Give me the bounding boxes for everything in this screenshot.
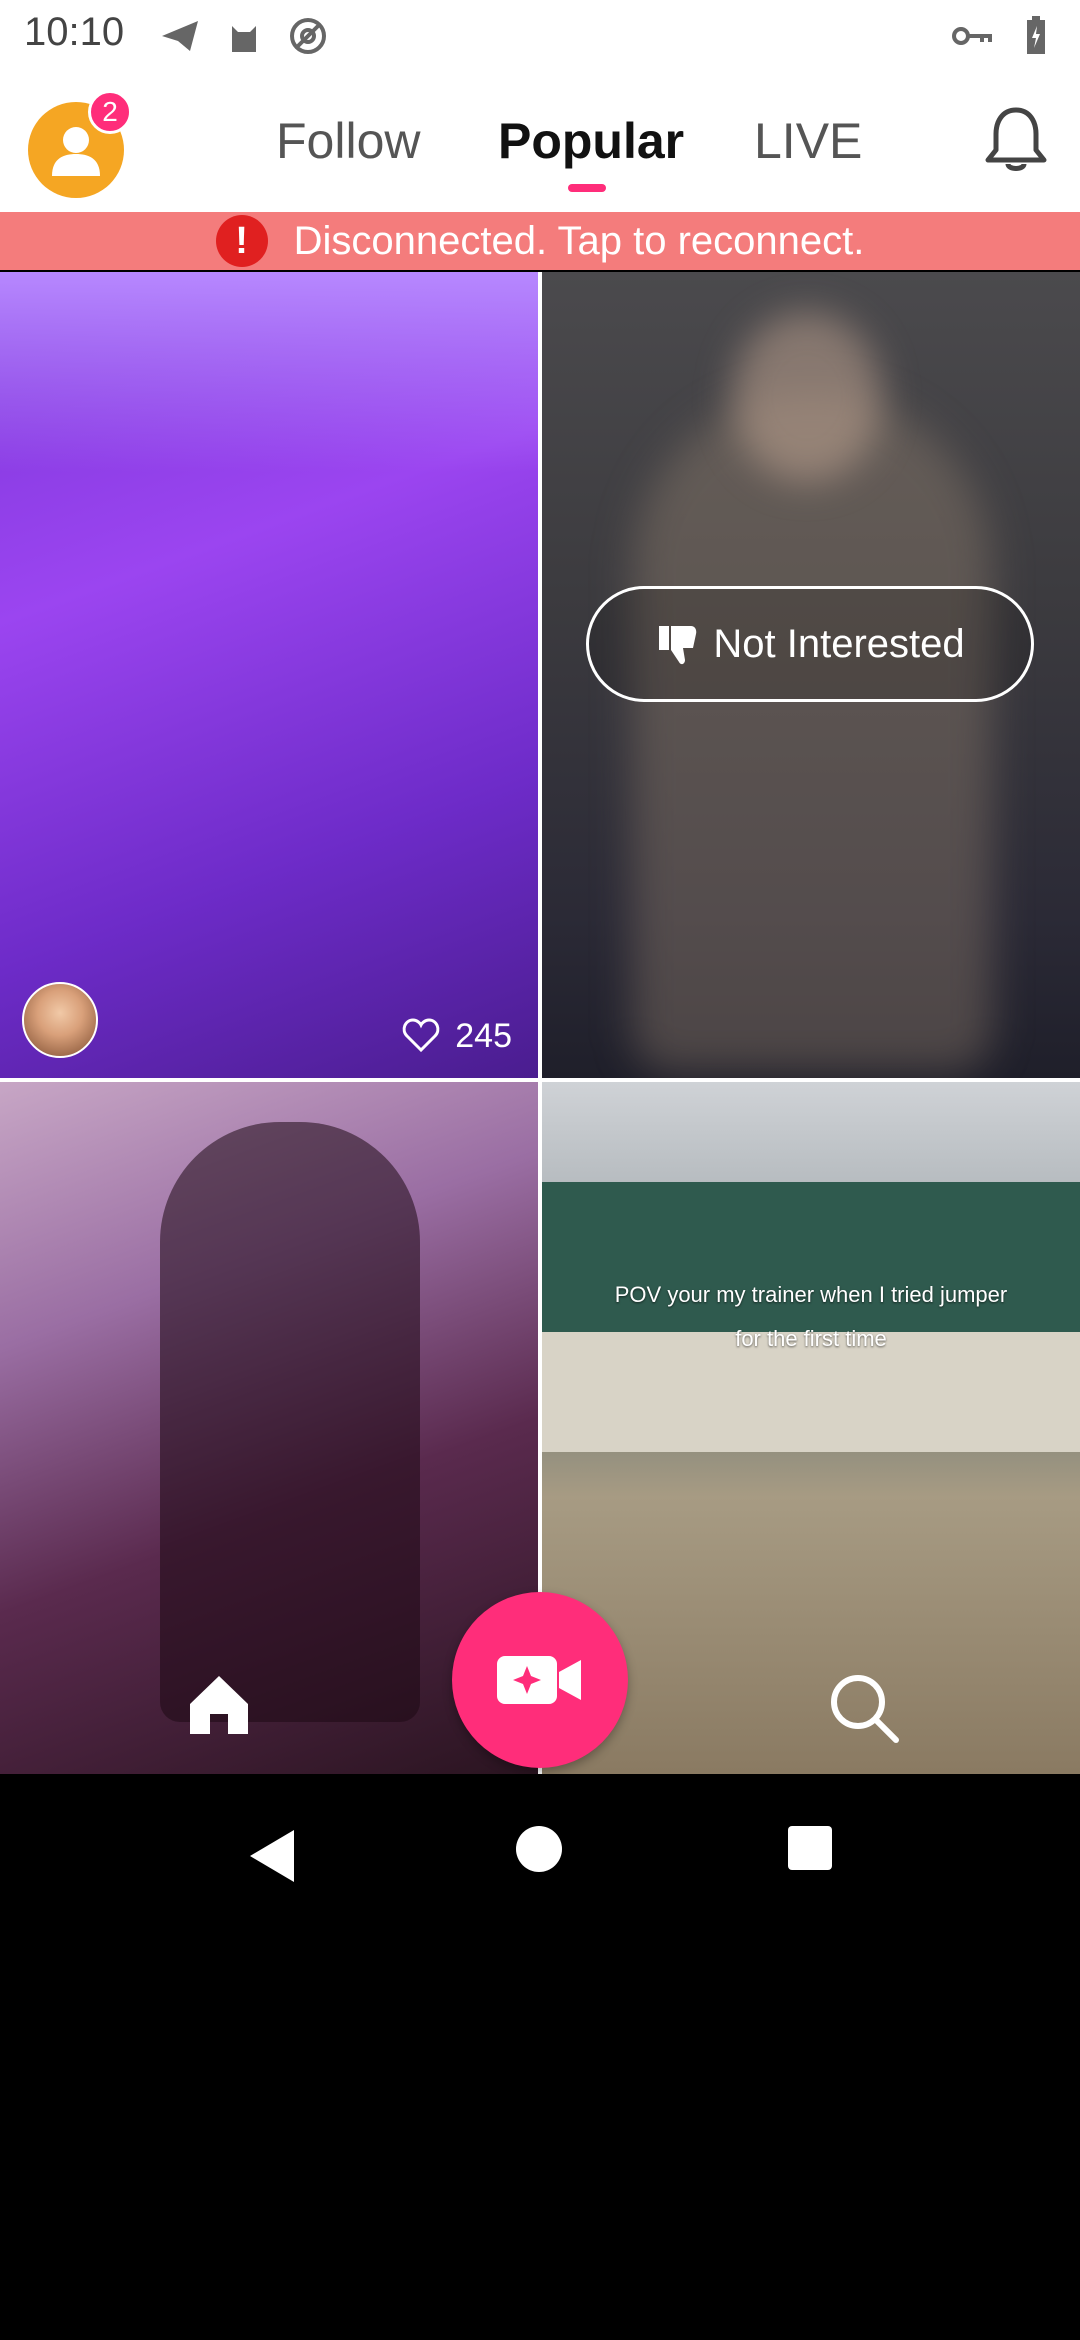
not-interested-button[interactable]: Not Interested [586,586,1034,702]
status-time: 10:10 [24,10,125,54]
send-icon [160,16,200,56]
video-thumbnail [632,392,992,1072]
like-count: 245 [401,1016,512,1056]
video-thumbnail [542,1182,1080,1332]
video-tile[interactable]: Not Interested [542,272,1080,1078]
creator-avatar[interactable] [22,982,98,1058]
back-icon[interactable] [244,1826,304,1886]
video-thumbnail [0,272,538,472]
vpn-key-icon [952,16,992,56]
video-camera-icon [497,1656,581,1704]
not-interested-label: Not Interested [713,621,965,666]
video-grid: 245 Not Interested POV your my trainer w… [0,272,1080,1774]
top-nav: 2 Follow Popular LIVE [0,72,1080,212]
heart-icon [402,1018,440,1053]
video-caption-line2: for the first time [735,1326,887,1351]
alert-icon: ! [215,215,268,267]
tab-follow[interactable]: Follow [276,112,420,170]
tab-popular[interactable]: Popular [498,112,684,170]
tab-live[interactable]: LIVE [754,112,862,170]
search-icon[interactable] [826,1670,902,1746]
status-icons-left [160,16,328,56]
feed-tabs: Follow Popular LIVE [0,72,1080,212]
banner-text: Disconnected. Tap to reconnect. [293,218,865,263]
like-count-value: 245 [455,1016,512,1055]
status-icons-right [952,16,1056,56]
create-video-button[interactable] [452,1592,628,1768]
home-icon[interactable] [184,1670,254,1740]
video-thumbnail-detail [732,312,882,482]
bottom-tab-bar [0,1590,1080,1774]
video-caption-line1: POV your my trainer when I tried jumper [614,1282,1008,1307]
recents-nav-button[interactable] [788,1826,832,1870]
system-nav-bar [0,1774,1080,1924]
bell-icon[interactable] [978,102,1054,178]
status-bar: 10:10 [0,0,1080,72]
disconnected-banner[interactable]: ! Disconnected. Tap to reconnect. [0,212,1080,270]
home-nav-button[interactable] [516,1826,562,1872]
thumbs-down-icon [659,626,697,665]
cat-icon [224,16,264,56]
video-tile[interactable]: 245 [0,272,538,1078]
active-tab-indicator [568,184,606,192]
at-icon [288,16,328,56]
battery-icon [1016,16,1056,56]
